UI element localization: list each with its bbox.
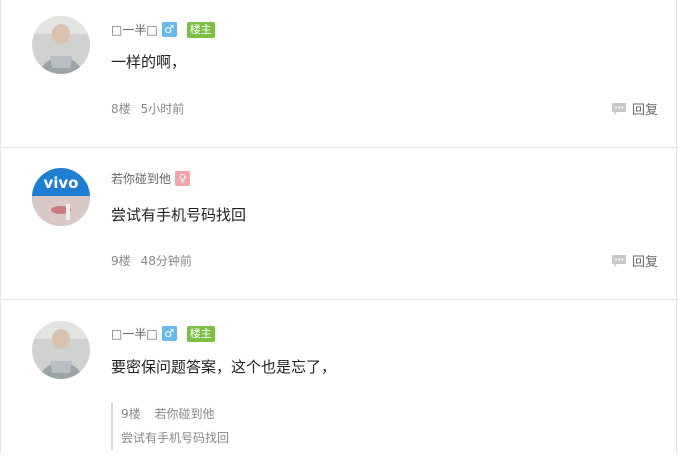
reply-label: 回复	[631, 255, 658, 270]
avatar-text: vivo	[43, 174, 78, 192]
reply-post: □一半□ ♂ 楼主 一样的啊， 8楼 5小时前 回复	[0, 0, 678, 148]
reply-button[interactable]: 回复	[611, 251, 658, 270]
floor-number: 9楼	[111, 254, 131, 268]
username[interactable]: □一半□	[111, 21, 158, 38]
quote-text: 尝试有手机号码找回	[121, 431, 230, 445]
post-meta: □一半□ ♂ 楼主	[111, 325, 215, 342]
quote-floor: 9楼	[121, 407, 141, 421]
male-icon: ♂	[161, 22, 177, 37]
avatar[interactable]	[32, 16, 90, 74]
reply-post: □一半□ ♂ 楼主 要密保问题答案，这个也是忘了， 9楼 若你碰到他 尝试有手机…	[0, 300, 678, 456]
female-icon: ♀	[175, 171, 191, 186]
comment-icon	[611, 254, 626, 267]
quote-header: 9楼 若你碰到他	[121, 402, 371, 426]
reply-button[interactable]: 回复	[611, 99, 658, 118]
username[interactable]: □一半□	[111, 325, 158, 342]
reply-post: vivo 若你碰到他 ♀ 尝试有手机号码找回 9楼 48分钟前 回复	[0, 148, 678, 300]
quote-author[interactable]: 若你碰到他	[154, 407, 214, 421]
post-time: 5小时前	[140, 102, 185, 116]
quoted-reply: 9楼 若你碰到他 尝试有手机号码找回	[111, 402, 371, 450]
post-content: 一样的啊，	[111, 53, 187, 71]
comment-icon	[611, 102, 626, 115]
post-meta: 若你碰到他 ♀	[111, 170, 191, 187]
user-avatar-image	[32, 321, 90, 379]
post-footer: 8楼 5小时前	[111, 100, 184, 117]
post-footer: 9楼 48分钟前	[111, 252, 192, 269]
reply-label: 回复	[631, 103, 658, 118]
username[interactable]: 若你碰到他	[111, 170, 171, 187]
reply-thread: □一半□ ♂ 楼主 一样的啊， 8楼 5小时前 回复 vivo 若你碰到他 ♀ …	[0, 0, 678, 454]
post-time: 48分钟前	[140, 254, 192, 268]
avatar[interactable]: vivo	[32, 168, 90, 226]
post-content: 尝试有手机号码找回	[111, 206, 247, 224]
user-avatar-image: vivo	[32, 168, 90, 226]
floor-number: 8楼	[111, 102, 131, 116]
post-content: 要密保问题答案，这个也是忘了，	[111, 358, 337, 376]
avatar[interactable]	[32, 321, 90, 379]
post-meta: □一半□ ♂ 楼主	[111, 21, 215, 38]
male-icon: ♂	[161, 326, 177, 341]
op-badge: 楼主	[186, 325, 215, 342]
user-avatar-image	[32, 16, 90, 74]
op-badge: 楼主	[186, 21, 215, 38]
